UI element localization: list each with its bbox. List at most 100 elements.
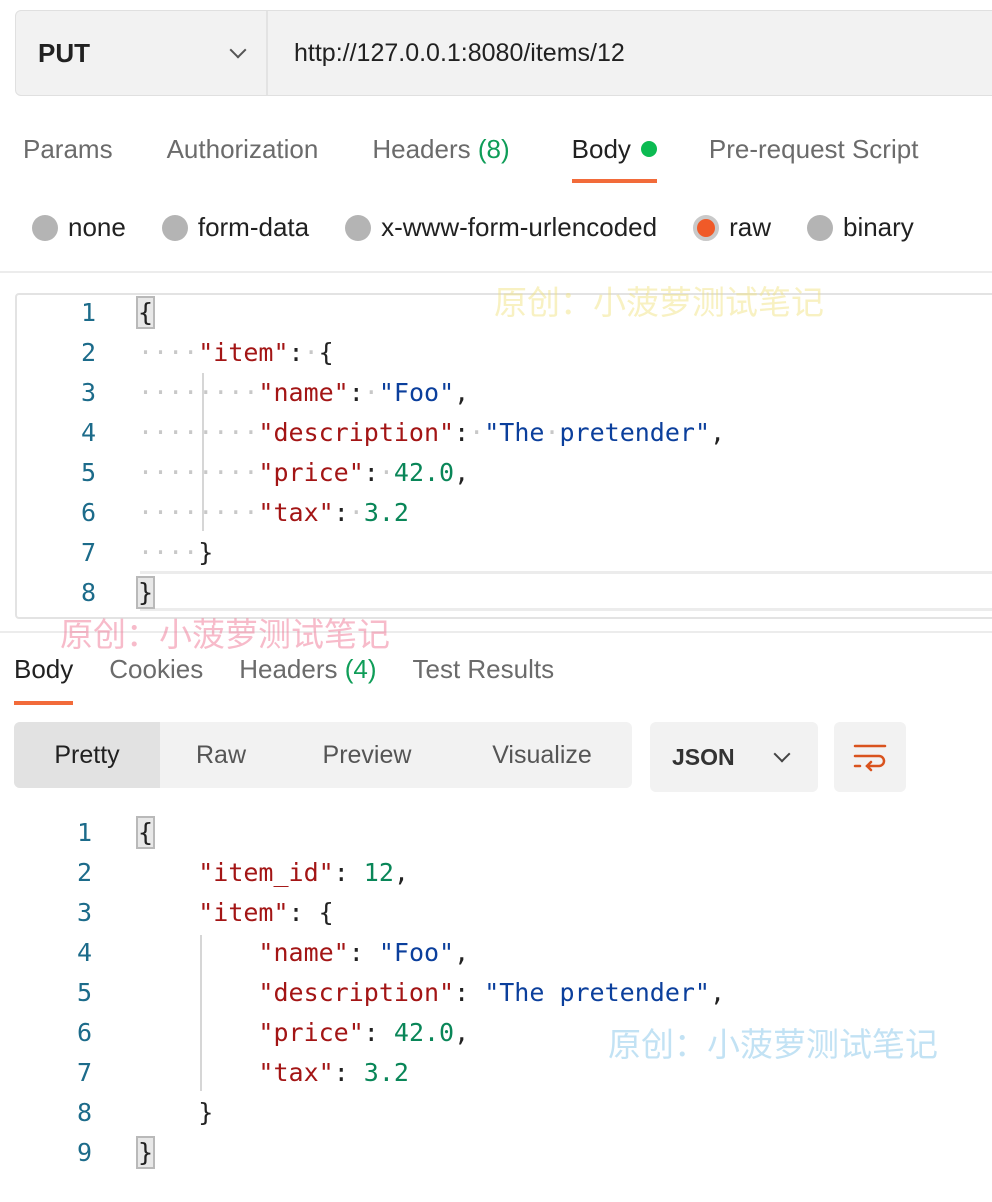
radio-circle [806, 214, 833, 241]
code-token-n: 42.0 [393, 1018, 455, 1047]
code-token-ws: ········ [138, 498, 259, 527]
code-line: ········"description":·"The·pretender", [138, 413, 725, 453]
tab-pre-request-script[interactable]: Pre-request Script [709, 134, 919, 165]
code-token-ws: ········ [138, 418, 259, 447]
code-token-brace: { [135, 816, 156, 849]
radio-label: raw [729, 212, 771, 242]
tab-label: Pre-request Script [708, 134, 919, 164]
tab-body[interactable]: Body [571, 134, 658, 183]
tab-authorization[interactable]: Authorization [167, 134, 319, 165]
code-line: } [138, 1093, 213, 1133]
code-token-k: "price" [258, 1018, 364, 1047]
code-line: { [135, 813, 156, 853]
radio-raw[interactable]: raw [693, 212, 771, 243]
code-line: ····"item":·{ [138, 333, 334, 373]
chevron-down-icon [229, 41, 247, 59]
radio-label: form-data [197, 212, 310, 242]
radio-binary[interactable]: binary [806, 212, 914, 243]
code-token-p: : [348, 938, 379, 967]
code-line: "item_id": 12, [138, 853, 409, 893]
method-select[interactable]: PUT [16, 11, 268, 95]
code-token-p: : [333, 858, 364, 887]
line-number: 8 [76, 1098, 92, 1127]
code-token-p: } [198, 1098, 214, 1127]
code-token-ws: · [363, 378, 379, 407]
line-number: 7 [80, 538, 96, 567]
code-token-p: : [333, 498, 349, 527]
response-tabs: Body Cookies Headers (4) Test Results [14, 654, 555, 705]
line-number: 3 [80, 378, 96, 407]
line-number: 6 [76, 1018, 92, 1047]
code-token-p: , [454, 938, 470, 967]
line-number: 4 [76, 938, 92, 967]
view-visualize[interactable]: Visualize [452, 722, 632, 788]
line-number: 7 [76, 1058, 92, 1087]
tab-label: Headers [239, 654, 338, 684]
code-token-ws: ···· [138, 538, 199, 567]
line-number: 9 [76, 1138, 92, 1167]
code-token-p: : [333, 1058, 364, 1087]
radio-form-data[interactable]: form-data [161, 212, 310, 243]
code-token-k: "description" [258, 418, 455, 447]
code-token-k: "name" [258, 938, 349, 967]
tab-headers[interactable]: Headers (8) [372, 134, 509, 165]
code-token-brace: { [135, 296, 156, 329]
code-line: ········"name":·"Foo", [138, 373, 469, 413]
line-number: 2 [76, 858, 92, 887]
view-pretty[interactable]: Pretty [14, 722, 160, 788]
code-token-p: , [454, 458, 470, 487]
chevron-down-icon [773, 745, 791, 763]
radio-none[interactable]: none [32, 212, 126, 243]
view-preview[interactable]: Preview [282, 722, 452, 788]
divider [0, 271, 992, 273]
request-url-bar: PUT http://127.0.0.1:8080/items/12 [15, 10, 992, 96]
code-line: "tax": 3.2 [138, 1053, 409, 1093]
code-token-n: 3.2 [363, 498, 409, 527]
code-line: } [135, 1133, 156, 1173]
code-token-s: pretender" [559, 418, 711, 447]
line-number: 5 [76, 978, 92, 1007]
code-token-p: : [288, 338, 304, 367]
code-line: "item": { [138, 893, 333, 933]
code-token-ws: · [348, 498, 364, 527]
code-token-p [138, 1018, 258, 1047]
radio-x-www-form-urlencoded[interactable]: x-www-form-urlencoded [345, 212, 657, 243]
code-token-k: "item_id" [198, 858, 334, 887]
line-number: 1 [76, 818, 92, 847]
tab-label: Headers [372, 134, 471, 164]
code-token-p: , [710, 418, 726, 447]
view-raw[interactable]: Raw [160, 722, 282, 788]
method-label: PUT [38, 37, 90, 68]
code-line: { [135, 293, 156, 333]
code-token-s: "Foo" [378, 938, 455, 967]
radio-label: binary [842, 212, 914, 242]
view-mode-toggle: Pretty Raw Preview Visualize [14, 722, 632, 788]
wrap-lines-button[interactable] [834, 722, 906, 792]
code-token-k: "item" [198, 338, 289, 367]
code-token-k: "name" [258, 378, 349, 407]
code-line: "description": "The pretender", [138, 973, 725, 1013]
code-token-ws: · [469, 418, 485, 447]
code-token-brace: } [135, 576, 156, 609]
radio-circle [161, 214, 188, 241]
body-indicator-dot [640, 141, 657, 157]
tab-label: Authorization [166, 134, 319, 164]
format-select[interactable]: JSON [650, 722, 818, 792]
url-input[interactable]: http://127.0.0.1:8080/items/12 [268, 11, 625, 95]
tab-test-results[interactable]: Test Results [413, 654, 555, 685]
code-token-k: "item" [198, 898, 289, 927]
code-token-ws: ···· [138, 338, 199, 367]
code-token-p [138, 898, 198, 927]
tab-cookies[interactable]: Cookies [109, 654, 203, 685]
headers-count: (8) [477, 134, 510, 164]
code-line: "price": 42.0, [138, 1013, 469, 1053]
radio-circle [345, 214, 372, 241]
current-line-highlight [140, 571, 992, 611]
line-number: 6 [80, 498, 96, 527]
code-token-ws: · [378, 458, 394, 487]
tab-response-body[interactable]: Body [14, 654, 74, 705]
tab-params[interactable]: Params [23, 134, 113, 165]
code-token-p [138, 1098, 198, 1127]
tab-response-headers[interactable]: Headers (4) [239, 654, 376, 685]
code-token-p [138, 1058, 258, 1087]
